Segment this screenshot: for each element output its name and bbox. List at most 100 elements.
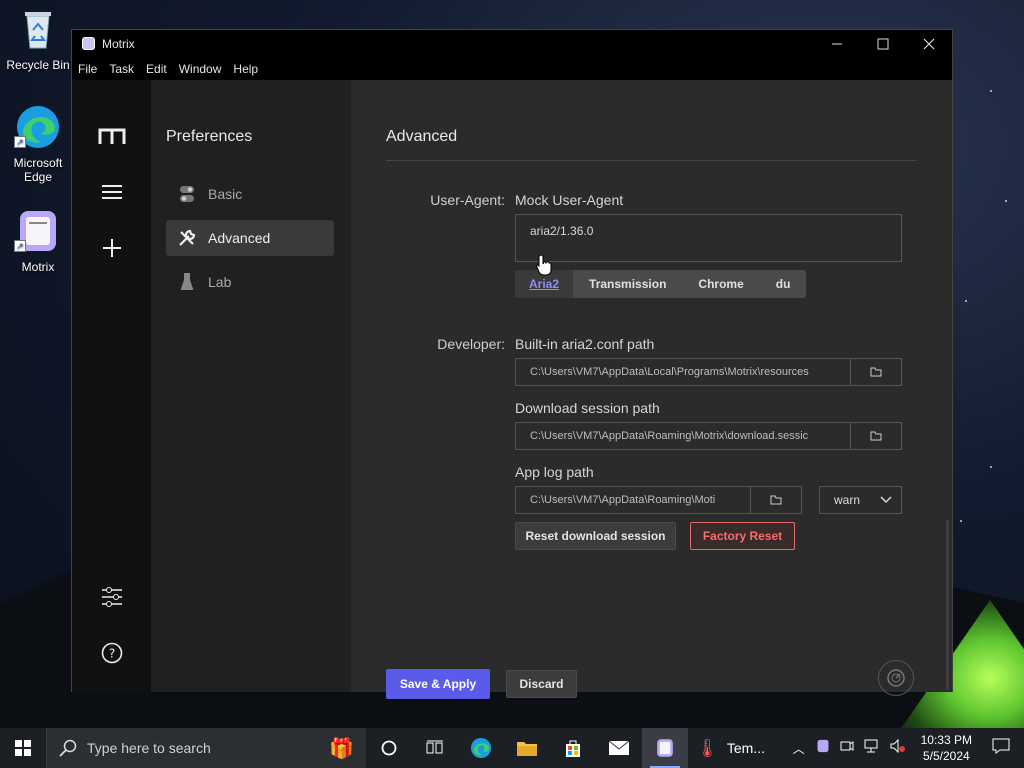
svg-text:?: ? — [109, 647, 115, 661]
folder-icon — [770, 495, 782, 505]
session-path-input[interactable]: C:\Users\VM7\AppData\Roaming\Motrix\down… — [516, 423, 850, 449]
search-placeholder: Type here to search — [87, 740, 211, 756]
desktop-icon-label: Microsoft Edge — [13, 156, 63, 184]
taskbar-motrix[interactable] — [642, 728, 688, 768]
conf-path-label: Built-in aria2.conf path — [515, 336, 655, 352]
clock-date: 5/5/2024 — [922, 749, 970, 763]
speedometer-button[interactable] — [878, 660, 914, 696]
taskbar-file-explorer[interactable] — [504, 728, 550, 768]
session-path-label: Download session path — [515, 400, 660, 416]
chevron-down-icon — [871, 496, 901, 504]
nav-item-advanced[interactable]: Advanced — [166, 220, 334, 256]
motrix-window: Motrix File Task Edit Window Help ? Pref… — [71, 29, 953, 699]
task-view-icon — [426, 740, 443, 754]
menu-window[interactable]: Window — [173, 58, 228, 80]
save-apply-button[interactable]: Save & Apply — [386, 669, 490, 699]
icon-rail: ? — [72, 80, 151, 692]
log-path-input[interactable]: C:\Users\VM7\AppData\Roaming\Moti — [516, 487, 750, 513]
nav-item-label: Basic — [208, 186, 243, 202]
taskbar-mail[interactable] — [596, 728, 642, 768]
close-icon — [923, 38, 935, 50]
scrollbar[interactable] — [946, 520, 949, 690]
volume-muted-icon[interactable] — [885, 738, 911, 758]
store-icon — [566, 740, 580, 757]
reset-session-button[interactable]: Reset download session — [515, 522, 676, 550]
desktop-icon-motrix[interactable]: ↗ Motrix — [2, 208, 74, 274]
taskbar-store[interactable] — [550, 728, 596, 768]
preset-transmission-button[interactable]: Transmission — [573, 270, 682, 298]
cortana-button[interactable] — [366, 728, 412, 768]
tray-camera-icon[interactable] — [835, 739, 859, 758]
mail-icon — [608, 740, 630, 755]
folder-icon — [517, 742, 537, 756]
clock[interactable]: 10:33 PM 5/5/2024 — [911, 732, 982, 764]
settings-sliders-icon[interactable] — [98, 583, 126, 611]
discard-button[interactable]: Discard — [506, 670, 577, 698]
nav-item-lab[interactable]: Lab — [166, 264, 334, 300]
desktop-icon-recycle-bin[interactable]: Recycle Bin — [2, 6, 74, 72]
search-icon — [59, 739, 77, 757]
shortcut-arrow-icon: ↗ — [14, 240, 26, 252]
factory-reset-button[interactable]: Factory Reset — [690, 522, 795, 550]
system-tray: ︿ 10:33 PM 5/5/2024 — [787, 728, 1024, 768]
network-icon[interactable] — [859, 739, 885, 758]
menu-task[interactable]: Task — [103, 58, 140, 80]
log-path-field: C:\Users\VM7\AppData\Roaming\Moti — [515, 486, 802, 514]
folder-icon — [870, 431, 882, 441]
preset-du-button[interactable]: du — [760, 270, 807, 298]
preferences-nav: Preferences Basic Advanced Lab — [151, 80, 351, 692]
preferences-heading: Preferences — [166, 128, 253, 145]
shortcut-arrow-icon: ↗ — [14, 136, 26, 148]
developer-label: Developer: — [437, 336, 505, 352]
menu-icon[interactable] — [98, 178, 126, 206]
hand-cursor-icon — [536, 254, 552, 276]
log-level-select[interactable]: warn — [819, 486, 902, 514]
chevron-up-icon[interactable]: ︿ — [787, 740, 811, 757]
start-button[interactable] — [0, 728, 46, 768]
thermometer-icon: 🌡 — [696, 737, 719, 758]
toggle-icon — [166, 185, 208, 203]
user-agent-textarea[interactable]: aria2/1.36.0 — [515, 214, 902, 262]
minimize-button[interactable] — [814, 30, 860, 58]
speedometer-icon — [887, 669, 905, 687]
windows-icon — [15, 740, 31, 756]
conf-path-field: C:\Users\VM7\AppData\Local\Programs\Motr… — [515, 358, 902, 386]
motrix-icon — [657, 739, 673, 757]
taskbar: Type here to search 🎁 🌡 Tem... ︿ 10:33 P… — [0, 728, 1024, 768]
motrix-logo-icon[interactable] — [98, 122, 126, 150]
preset-chrome-button[interactable]: Chrome — [682, 270, 759, 298]
user-agent-label: User-Agent: — [430, 192, 505, 208]
taskbar-weather[interactable]: 🌡 Tem... — [688, 728, 773, 768]
app-icon — [82, 37, 95, 50]
taskbar-search[interactable]: Type here to search 🎁 — [46, 728, 366, 768]
nav-item-label: Advanced — [208, 230, 271, 246]
menu-bar: File Task Edit Window Help — [72, 58, 952, 80]
maximize-button[interactable] — [860, 30, 906, 58]
open-session-folder-button[interactable] — [850, 423, 901, 449]
taskbar-edge[interactable] — [458, 728, 504, 768]
page-title: Advanced — [386, 128, 458, 145]
close-button[interactable] — [906, 30, 952, 58]
title-bar[interactable]: Motrix — [72, 30, 952, 58]
menu-help[interactable]: Help — [227, 58, 264, 80]
menu-file[interactable]: File — [72, 58, 103, 80]
menu-edit[interactable]: Edit — [140, 58, 173, 80]
desktop-icon-label: Recycle Bin — [6, 58, 70, 72]
maximize-icon — [877, 38, 889, 50]
tray-motrix-icon[interactable] — [811, 739, 835, 758]
add-task-icon[interactable] — [98, 234, 126, 262]
desktop-icon-edge[interactable]: ↗ Microsoft Edge — [2, 104, 74, 184]
notification-icon[interactable] — [982, 738, 1024, 759]
help-icon[interactable]: ? — [98, 639, 126, 667]
gift-icon: 🎁 — [329, 737, 354, 760]
flask-icon — [166, 273, 208, 291]
task-view-button[interactable] — [412, 728, 458, 768]
nav-item-basic[interactable]: Basic — [166, 176, 334, 212]
nav-item-label: Lab — [208, 274, 232, 290]
open-conf-folder-button[interactable] — [850, 359, 901, 385]
weather-label: Tem... — [726, 740, 765, 756]
open-log-folder-button[interactable] — [750, 487, 801, 513]
clock-time: 10:33 PM — [920, 733, 972, 747]
conf-path-input[interactable]: C:\Users\VM7\AppData\Local\Programs\Motr… — [516, 359, 850, 385]
title-divider — [386, 160, 917, 161]
